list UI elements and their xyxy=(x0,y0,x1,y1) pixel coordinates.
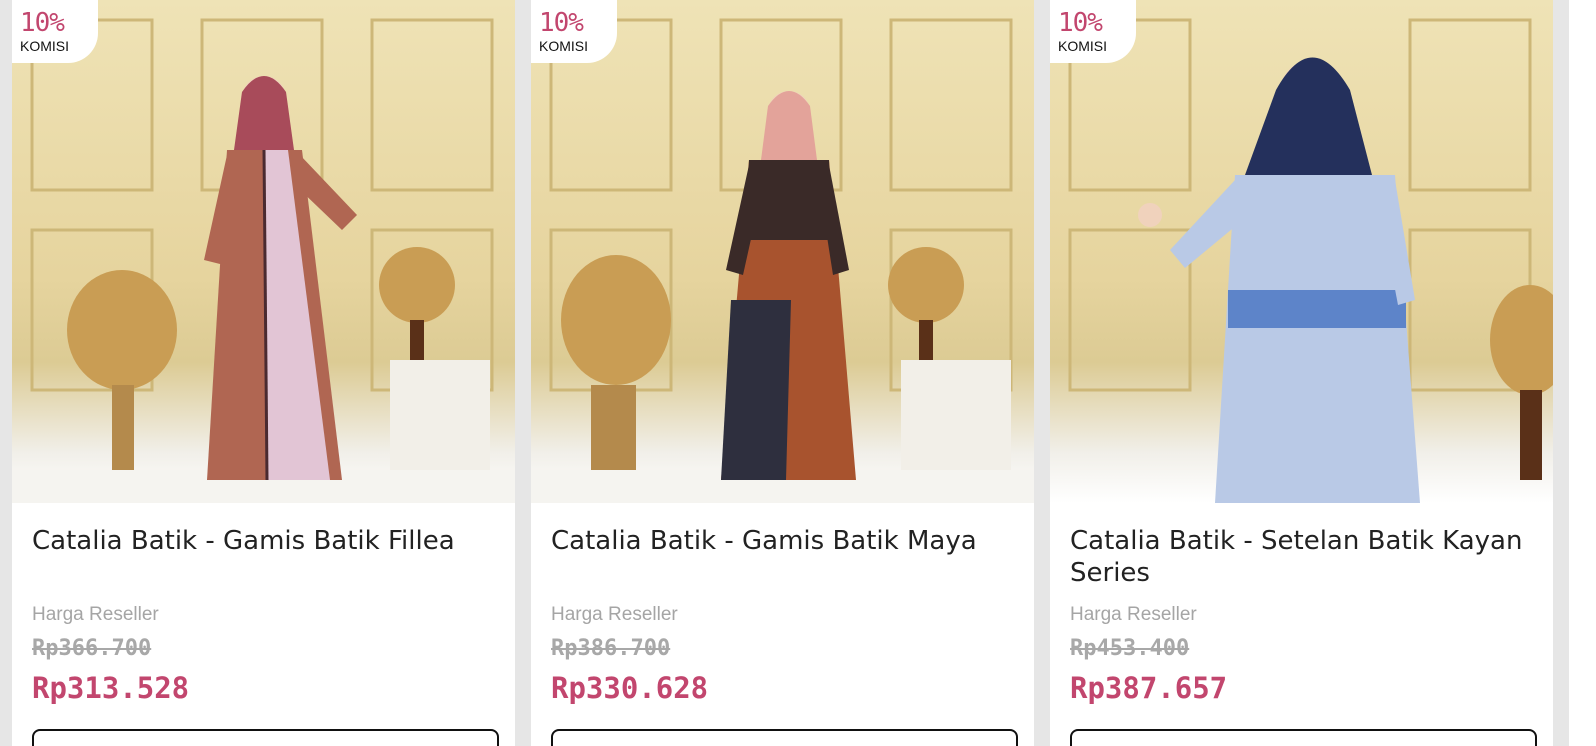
reseller-price: Rp387.657 xyxy=(1070,671,1228,705)
commission-percent: 10% xyxy=(20,8,65,38)
commission-label: KOMISI xyxy=(1058,38,1108,54)
reseller-price: Rp330.628 xyxy=(551,671,709,705)
commission-label: KOMISI xyxy=(20,38,70,54)
product-photo[interactable] xyxy=(1050,0,1553,503)
action-button[interactable] xyxy=(32,729,499,746)
product-photo[interactable] xyxy=(12,0,515,503)
commission-percent: 10% xyxy=(1058,8,1103,38)
price-label: Harga Reseller xyxy=(32,604,159,625)
original-price: Rp453.400 xyxy=(1070,636,1190,661)
original-price: Rp366.700 xyxy=(32,636,152,661)
action-button[interactable] xyxy=(551,729,1018,746)
product-grid: 10% KOMISI Catalia Batik - Gamis Batik F… xyxy=(0,0,1596,746)
commission-badge: 10% KOMISI xyxy=(531,0,617,63)
product-card[interactable]: 10% KOMISI Catalia Batik - Gamis Batik M… xyxy=(531,0,1034,746)
product-photo[interactable] xyxy=(531,0,1034,503)
product-title[interactable]: Catalia Batik - Gamis Batik Fillea xyxy=(32,525,502,557)
product-title[interactable]: Catalia Batik - Gamis Batik Maya xyxy=(551,525,1021,557)
product-card[interactable]: 10% KOMISI Catalia Batik - Gamis Batik F… xyxy=(12,0,515,746)
action-button[interactable] xyxy=(1070,729,1537,746)
commission-badge: 10% KOMISI xyxy=(12,0,98,63)
product-card-partial[interactable] xyxy=(1569,0,1596,746)
product-title[interactable]: Catalia Batik - Setelan Batik Kayan Seri… xyxy=(1070,525,1540,589)
price-label: Harga Reseller xyxy=(551,604,678,625)
commission-percent: 10% xyxy=(539,8,584,38)
reseller-price: Rp313.528 xyxy=(32,671,190,705)
product-card[interactable]: 10% KOMISI Catalia Batik - Setelan Batik… xyxy=(1050,0,1553,746)
original-price: Rp386.700 xyxy=(551,636,671,661)
commission-badge: 10% KOMISI xyxy=(1050,0,1136,63)
commission-label: KOMISI xyxy=(539,38,589,54)
price-label: Harga Reseller xyxy=(1070,604,1197,625)
